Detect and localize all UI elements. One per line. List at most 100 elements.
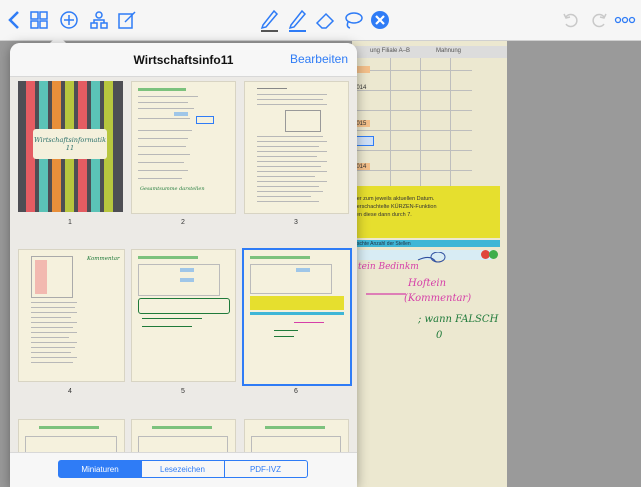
text-line: [257, 191, 323, 192]
text-line: [138, 162, 184, 163]
text-line: [31, 302, 77, 303]
grid-line: [352, 170, 472, 171]
sitemap-icon[interactable]: [88, 9, 110, 31]
handwritten-arrow: [366, 252, 446, 295]
tab-miniaturen[interactable]: Miniaturen: [58, 460, 142, 478]
edit-page-icon[interactable]: [116, 9, 138, 31]
thumbnails-popover: Wirtschaftsinfo11 Bearbeiten Wirtschafts…: [10, 43, 357, 487]
text-line: [31, 322, 77, 323]
page-thumbnail[interactable]: Kommentar: [18, 249, 125, 382]
page-number: 1: [68, 219, 72, 226]
thumbnails-grid-icon[interactable]: [28, 9, 50, 31]
highlighter-icon[interactable]: [286, 9, 308, 32]
cell-highlight: [35, 260, 47, 294]
text-line: [31, 317, 71, 318]
text-line: [31, 362, 73, 363]
info-strip: [250, 312, 344, 315]
page-thumbnail[interactable]: Wirtschaftsinformatik 11: [18, 81, 123, 212]
text-line: [31, 342, 77, 343]
cell-highlight: [180, 268, 194, 272]
grid-line: [352, 70, 472, 71]
text-line: [257, 146, 319, 147]
grid-line: [352, 110, 472, 111]
tab-lesezeichen[interactable]: Lesezeichen: [141, 460, 225, 478]
text-line: [138, 138, 188, 139]
sheet-header-bar: [250, 256, 310, 259]
text-line: [257, 186, 319, 187]
text-line: [138, 102, 188, 103]
text-line: [257, 196, 311, 197]
sheet-header-bar: [39, 426, 99, 429]
text-line: [138, 108, 194, 109]
undo-icon[interactable]: [560, 9, 582, 31]
segmented-bar: Miniaturen Lesezeichen PDF-IVZ: [10, 452, 357, 487]
text-line: [31, 312, 77, 313]
handwritten-line: [274, 336, 294, 337]
edit-button[interactable]: Bearbeiten: [290, 52, 348, 66]
text-line: [257, 161, 327, 162]
text-line: [31, 347, 75, 348]
cover-title: Wirtschaftsinformatik 11: [33, 129, 107, 159]
grid-line: [352, 90, 472, 91]
cell-highlight: [296, 268, 310, 272]
close-circle-icon[interactable]: [369, 9, 391, 31]
grid-line: [352, 150, 472, 151]
info-strip: rtschte Anzahl der Stellen: [352, 240, 500, 247]
handwritten-line: [142, 326, 192, 327]
text-line: [257, 104, 327, 105]
sheet-header-bar: [265, 426, 325, 429]
popover-header: Wirtschaftsinfo11 Bearbeiten: [10, 43, 357, 77]
grid-line: [352, 130, 472, 131]
header-cell: Mahnung: [436, 48, 462, 54]
text-line: [257, 136, 323, 137]
selected-cell[interactable]: [354, 136, 374, 146]
text-line: [257, 171, 327, 172]
cell-highlight: [180, 278, 194, 282]
grid-line: [390, 58, 391, 186]
table-box: [138, 264, 220, 296]
sheet-header-bar: [138, 256, 198, 259]
handwritten-note: Kommentar: [87, 256, 120, 262]
text-line: [257, 94, 327, 95]
text-line: [31, 357, 77, 358]
cell-highlight: [196, 116, 214, 124]
back-chevron-icon[interactable]: [3, 9, 25, 31]
info-box: ser zum jeweils aktuellen Datum. verscha…: [352, 186, 500, 238]
text-line: [138, 154, 190, 155]
text-line: [257, 88, 287, 89]
popover-arrow: [50, 35, 66, 43]
eraser-icon[interactable]: [314, 9, 336, 31]
page-thumbnail[interactable]: Gesamtsumme darstellen: [131, 81, 236, 214]
text-line: [31, 327, 73, 328]
page-thumbnail-selected[interactable]: [242, 248, 352, 386]
handwritten-line: [294, 322, 324, 323]
text-line: [138, 130, 192, 131]
handwritten-mark: [138, 298, 230, 314]
text-line: [257, 166, 321, 167]
grid-line: [450, 58, 451, 186]
sheet-header-bar: [138, 88, 186, 91]
text-line: [257, 99, 323, 100]
more-icon[interactable]: [614, 9, 636, 31]
text-line: [138, 178, 182, 179]
info-text: ser zum jeweils aktuellen Datum.: [354, 196, 435, 202]
pencil-icon[interactable]: [258, 9, 280, 32]
document-margin: [508, 41, 641, 487]
lasso-icon[interactable]: [342, 9, 364, 31]
page-thumbnail[interactable]: [131, 249, 236, 382]
handwritten-note: Gesamtsumme darstellen: [140, 186, 205, 192]
info-text: verschachtelte KÜRZEN-Funktion: [354, 204, 437, 210]
page-number: 3: [294, 219, 298, 226]
text-line: [138, 170, 188, 171]
tab-pdf-ivz[interactable]: PDF-IVZ: [224, 460, 308, 478]
sheet-header-row: ung Filiale A–B Mahnung: [352, 46, 507, 58]
text-line: [257, 151, 327, 152]
text-line: [138, 96, 198, 97]
handwritten-line: [142, 318, 202, 319]
info-box: [250, 296, 344, 310]
grid-line: [420, 58, 421, 186]
add-circle-icon[interactable]: [58, 9, 80, 31]
redo-icon[interactable]: [588, 9, 610, 31]
page-thumbnail[interactable]: [244, 81, 349, 214]
text-line: [257, 201, 319, 202]
